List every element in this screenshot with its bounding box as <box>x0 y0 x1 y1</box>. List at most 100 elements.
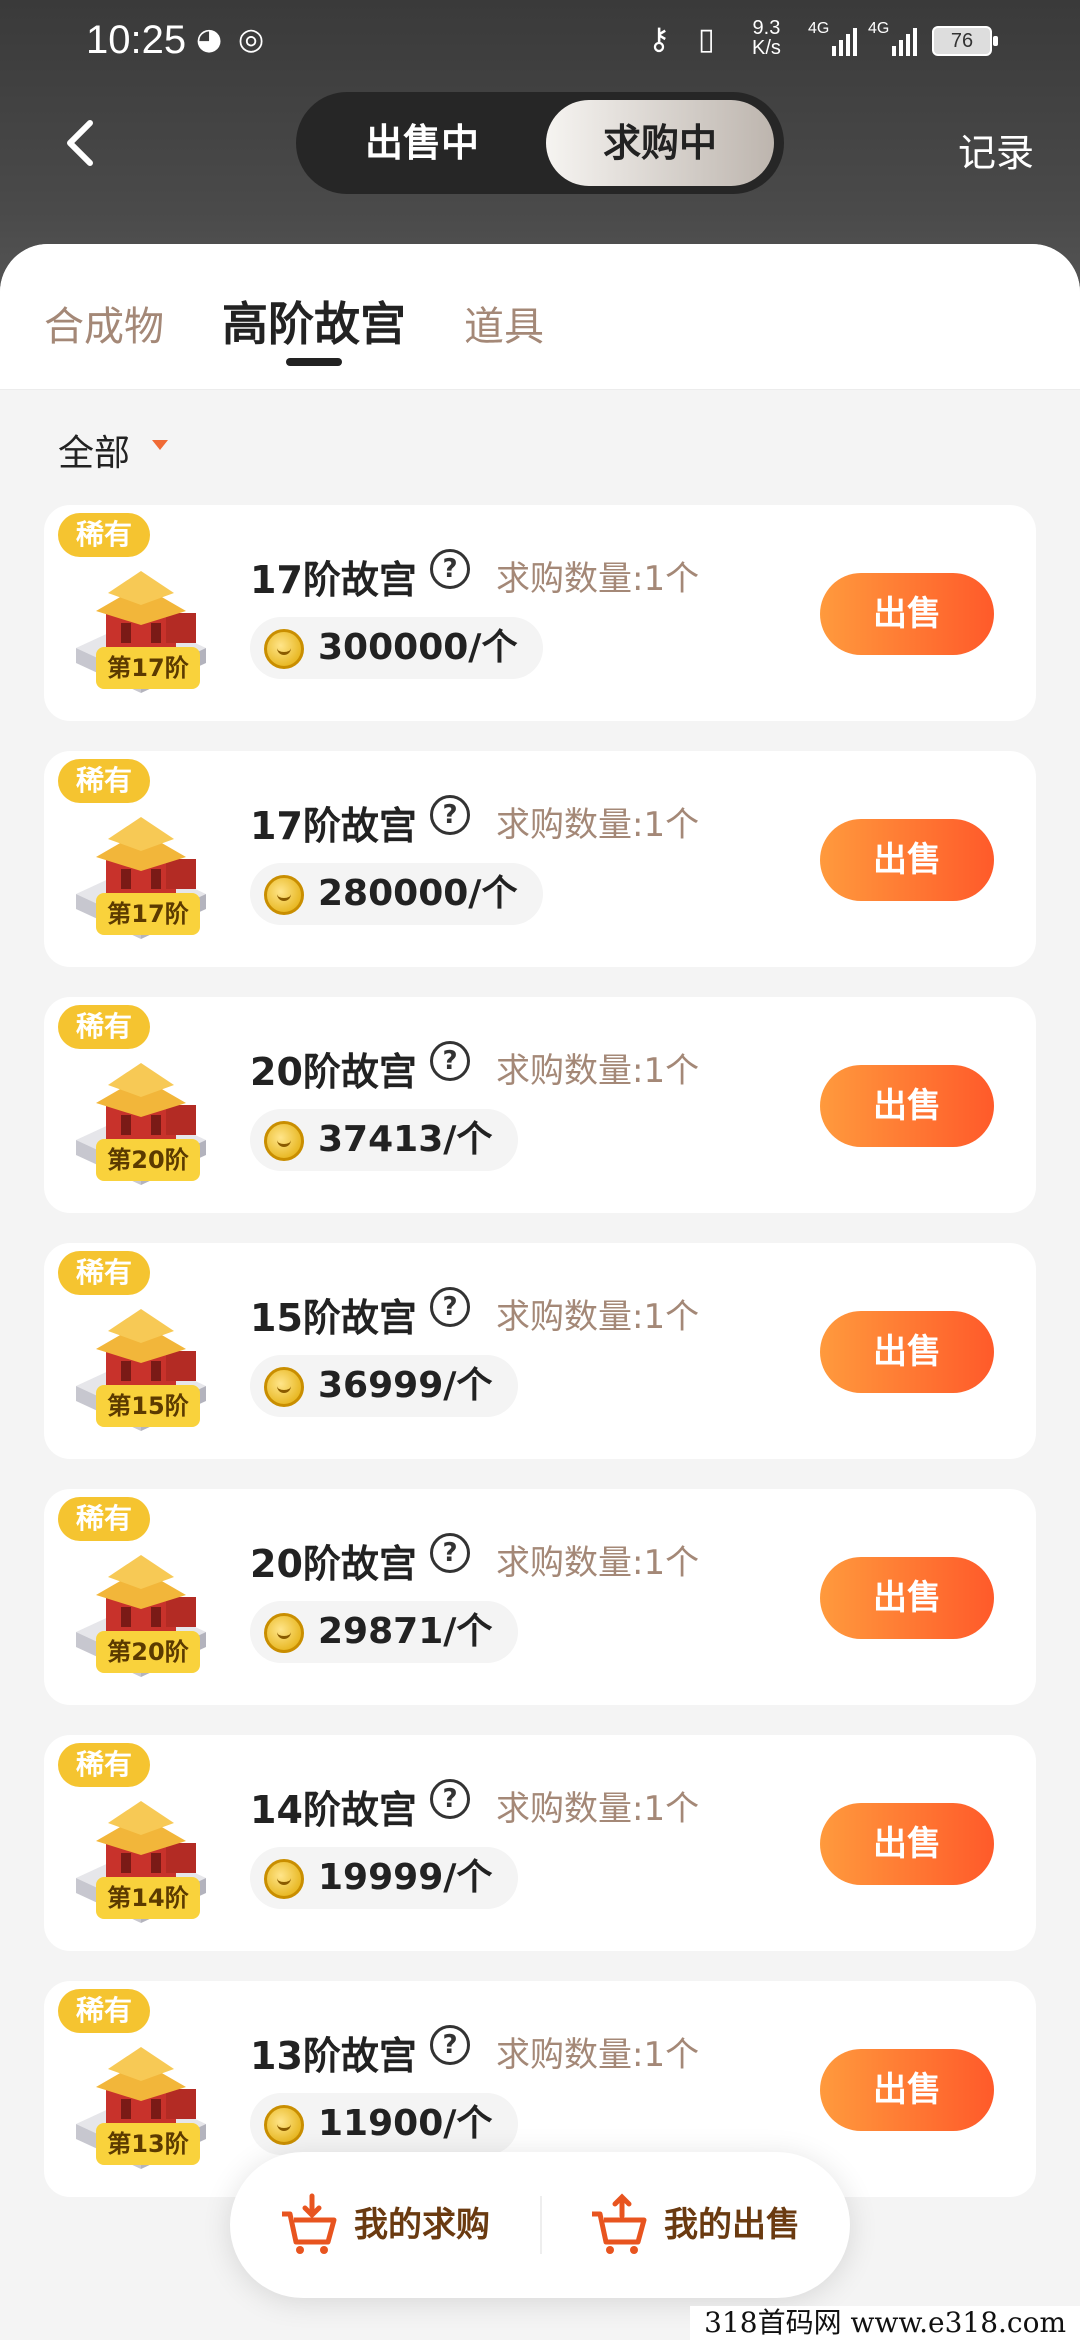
help-icon[interactable]: ? <box>430 1533 470 1573</box>
records-link[interactable]: 记录 <box>958 122 1034 177</box>
segment-buying[interactable]: 求购中 <box>546 100 774 186</box>
active-tab-indicator <box>286 358 342 366</box>
level-tag: 第15阶 <box>96 1385 200 1427</box>
my-sales-label: 我的出售 <box>664 2205 800 2245</box>
net-speed: 9.3 K/s <box>752 18 781 58</box>
item-name: 20阶故宫 <box>250 1542 417 1586</box>
item-name: 20阶故宫 <box>250 1050 417 1094</box>
price-pill: 36999/个 <box>250 1355 519 1417</box>
help-icon[interactable]: ? <box>430 795 470 835</box>
my-requests-button[interactable]: 我的求购 <box>278 2192 490 2258</box>
help-icon[interactable]: ? <box>430 1041 470 1081</box>
sell-button[interactable]: 出售 <box>820 2049 994 2131</box>
request-card[interactable]: 稀有 第17阶 17阶故宫 ? 求购数量:1个 280000/个 出售 <box>44 751 1036 967</box>
request-card[interactable]: 稀有 第14阶 14阶故宫 ? 求购数量:1个 19999/个 出售 <box>44 1735 1036 1951</box>
rare-badge: 稀有 <box>58 1005 150 1049</box>
request-quantity: 求购数量:1个 <box>496 1297 700 1337</box>
coin-icon <box>264 2105 304 2145</box>
request-quantity: 求购数量:1个 <box>496 559 700 599</box>
help-icon[interactable]: ? <box>430 2025 470 2065</box>
price-pill: 300000/个 <box>250 617 544 679</box>
request-quantity: 求购数量:1个 <box>496 1789 700 1829</box>
filter-dropdown[interactable]: 全部 <box>58 424 130 476</box>
request-card[interactable]: 稀有 第20阶 20阶故宫 ? 求购数量:1个 29871/个 出售 <box>44 1489 1036 1705</box>
request-quantity: 求购数量:1个 <box>496 1543 700 1583</box>
level-tag: 第13阶 <box>96 2123 200 2165</box>
price-pill: 37413/个 <box>250 1109 519 1171</box>
tab-high-tier-palace[interactable]: 高阶故宫 <box>222 288 406 354</box>
cart-download-icon <box>282 2193 337 2254</box>
price-value: 36999/个 <box>318 1365 493 1406</box>
price-value: 280000/个 <box>318 873 518 914</box>
signal-2-label: 4G <box>868 20 890 37</box>
coin-icon <box>264 629 304 669</box>
sell-button[interactable]: 出售 <box>820 1065 994 1147</box>
battery-icon: 76 <box>932 26 998 56</box>
price-pill: 19999/个 <box>250 1847 519 1909</box>
price-value: 29871/个 <box>318 1611 493 1652</box>
request-card[interactable]: 稀有 第17阶 17阶故宫 ? 求购数量:1个 300000/个 出售 <box>44 505 1036 721</box>
request-card[interactable]: 稀有 第15阶 15阶故宫 ? 求购数量:1个 36999/个 出售 <box>44 1243 1036 1459</box>
sell-button[interactable]: 出售 <box>820 573 994 655</box>
price-value: 37413/个 <box>318 1119 493 1160</box>
help-icon[interactable]: ? <box>430 549 470 589</box>
item-name: 14阶故宫 <box>250 1788 417 1832</box>
rare-badge: 稀有 <box>58 513 150 557</box>
mode-segmented-control: 出售中 求购中 <box>296 92 784 194</box>
signal-bars-1-icon <box>832 28 857 56</box>
sell-button[interactable]: 出售 <box>820 1803 994 1885</box>
sell-button[interactable]: 出售 <box>820 1311 994 1393</box>
price-value: 19999/个 <box>318 1857 493 1898</box>
status-time: 10:25 <box>86 18 187 62</box>
rare-badge: 稀有 <box>58 1251 150 1295</box>
dropdown-caret-icon <box>152 440 168 450</box>
vibrate-icon: ▯ <box>698 22 715 57</box>
sell-button[interactable]: 出售 <box>820 1557 994 1639</box>
signal-1-label: 4G <box>808 20 830 37</box>
tab-compound[interactable]: 合成物 <box>44 294 164 352</box>
key-icon: ⚷ <box>648 22 670 57</box>
cart-upload-icon <box>592 2193 647 2254</box>
help-icon[interactable]: ? <box>430 1779 470 1819</box>
rare-badge: 稀有 <box>58 1497 150 1541</box>
coin-icon <box>264 1613 304 1653</box>
level-tag: 第14阶 <box>96 1877 200 1919</box>
coin-icon <box>264 1121 304 1161</box>
price-pill: 29871/个 <box>250 1601 519 1663</box>
bottom-bar-divider <box>540 2196 542 2254</box>
level-tag: 第20阶 <box>96 1139 200 1181</box>
item-name: 17阶故宫 <box>250 558 417 602</box>
level-tag: 第17阶 <box>96 647 200 689</box>
price-value: 11900/个 <box>318 2103 493 2144</box>
rare-badge: 稀有 <box>58 1743 150 1787</box>
location-icon: ◎ <box>238 22 265 57</box>
bottom-action-bar: 我的求购 我的出售 <box>230 2152 850 2298</box>
coin-icon <box>264 1859 304 1899</box>
qq-icon: ◕ <box>196 22 223 57</box>
level-tag: 第20阶 <box>96 1631 200 1673</box>
my-sales-button[interactable]: 我的出售 <box>588 2192 800 2258</box>
tab-props[interactable]: 道具 <box>464 294 544 352</box>
coin-icon <box>264 875 304 915</box>
help-icon[interactable]: ? <box>430 1287 470 1327</box>
request-card[interactable]: 稀有 第20阶 20阶故宫 ? 求购数量:1个 37413/个 出售 <box>44 997 1036 1213</box>
request-quantity: 求购数量:1个 <box>496 2035 700 2075</box>
request-quantity: 求购数量:1个 <box>496 805 700 845</box>
rare-badge: 稀有 <box>58 1989 150 2033</box>
price-pill: 280000/个 <box>250 863 544 925</box>
status-bar: 10:25 ◕ ◎ ⚷ ▯ 9.3 K/s 4G 4G 76 <box>0 0 1080 86</box>
category-tabs: 合成物 高阶故宫 道具 <box>0 244 1080 390</box>
rare-badge: 稀有 <box>58 759 150 803</box>
watermark: 318首码网 www.e318.com <box>690 2306 1080 2340</box>
coin-icon <box>264 1367 304 1407</box>
price-pill: 11900/个 <box>250 2093 519 2155</box>
my-requests-label: 我的求购 <box>354 2205 490 2245</box>
request-quantity: 求购数量:1个 <box>496 1051 700 1091</box>
sell-button[interactable]: 出售 <box>820 819 994 901</box>
item-name: 13阶故宫 <box>250 2034 417 2078</box>
net-speed-unit: K/s <box>752 37 781 59</box>
segment-selling[interactable]: 出售中 <box>308 100 536 186</box>
net-speed-value: 9.3 <box>752 17 781 39</box>
back-icon[interactable] <box>60 118 100 168</box>
item-name: 17阶故宫 <box>250 804 417 848</box>
